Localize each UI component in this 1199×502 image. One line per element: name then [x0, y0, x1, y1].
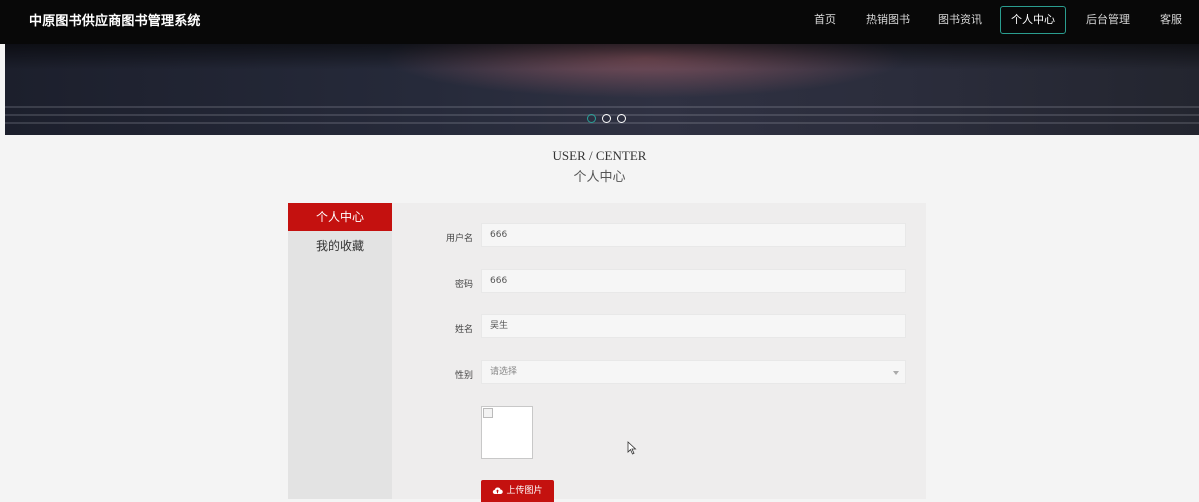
- cloud-upload-icon: [493, 487, 504, 495]
- carousel-dot-2[interactable]: [602, 114, 611, 123]
- main-nav: 首页 热销图书 图书资讯 个人中心 后台管理 客服: [0, 0, 1199, 44]
- password-label: 密码: [454, 280, 473, 290]
- carousel-dot-3[interactable]: [617, 114, 626, 123]
- nav-admin[interactable]: 后台管理: [1080, 6, 1136, 34]
- gender-select[interactable]: 请选择: [481, 360, 906, 384]
- nav-user-center[interactable]: 个人中心: [1000, 6, 1066, 34]
- gender-label: 性别: [454, 371, 473, 381]
- top-navbar: 中原图书供应商图书管理系统 首页 热销图书 图书资讯 个人中心 后台管理 客服: [0, 0, 1199, 44]
- banner-carousel[interactable]: [5, 44, 1199, 135]
- profile-form-panel: [392, 203, 926, 499]
- banner-decor: [5, 122, 1199, 124]
- gender-select-value: 请选择: [490, 367, 518, 377]
- banner-decor: [5, 106, 1199, 108]
- nav-book-news[interactable]: 图书资讯: [932, 6, 988, 34]
- avatar-image: [481, 406, 533, 459]
- upload-image-label: 上传图片: [506, 486, 543, 496]
- name-label: 姓名: [454, 325, 473, 335]
- nav-home[interactable]: 首页: [804, 6, 846, 34]
- name-field[interactable]: 吴生: [481, 314, 906, 338]
- username-field[interactable]: 666: [481, 223, 906, 247]
- password-field[interactable]: 666: [481, 269, 906, 293]
- user-sidebar: 个人中心 我的收藏: [288, 203, 392, 499]
- broken-image-icon: [483, 408, 493, 418]
- chevron-down-icon: [893, 371, 899, 375]
- sidebar-item-user-center[interactable]: 个人中心: [288, 203, 392, 231]
- carousel-dot-1[interactable]: [587, 114, 596, 123]
- username-label: 用户名: [445, 234, 473, 244]
- sidebar-item-favorites[interactable]: 我的收藏: [288, 232, 392, 260]
- section-title-en: USER / CENTER: [552, 148, 647, 163]
- mouse-cursor-icon: [627, 441, 637, 455]
- nav-customer-service[interactable]: 客服: [1150, 6, 1192, 34]
- nav-hot-books[interactable]: 热销图书: [860, 6, 916, 34]
- section-title-cn: 个人中心: [573, 170, 626, 185]
